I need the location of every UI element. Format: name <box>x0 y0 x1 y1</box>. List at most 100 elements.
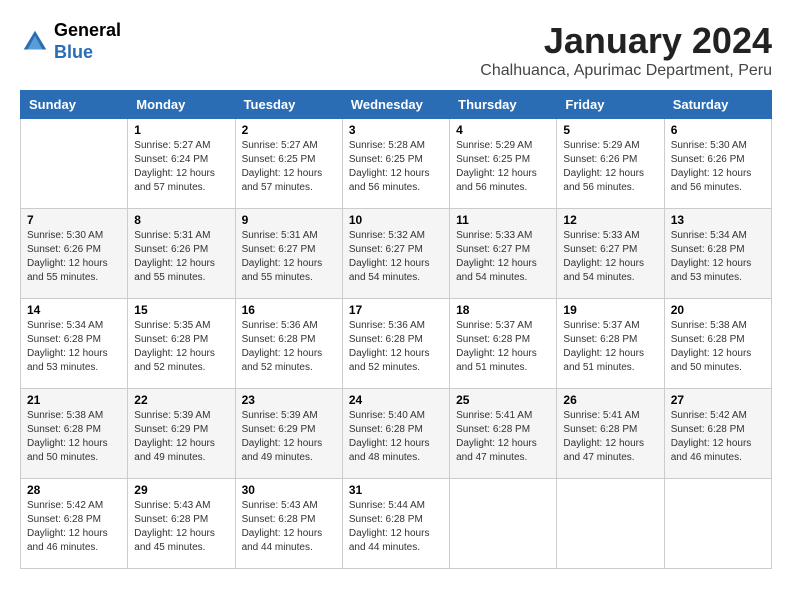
day-info: Sunrise: 5:36 AMSunset: 6:28 PMDaylight:… <box>349 319 443 375</box>
logo-text-blue: Blue <box>54 42 121 64</box>
day-info: Sunrise: 5:27 AMSunset: 6:25 PMDaylight:… <box>242 139 336 195</box>
calendar-cell: 13 Sunrise: 5:34 AMSunset: 6:28 PMDayligh… <box>664 209 771 299</box>
calendar-cell: 26 Sunrise: 5:41 AMSunset: 6:28 PMDayligh… <box>557 389 664 479</box>
day-number: 20 <box>671 303 765 317</box>
logo-text-general: General <box>54 20 121 42</box>
calendar-cell: 5Sunrise: 5:29 AMSunset: 6:26 PMDaylight… <box>557 119 664 209</box>
calendar-cell <box>664 479 771 569</box>
calendar-cell: 27 Sunrise: 5:42 AMSunset: 6:28 PMDayligh… <box>664 389 771 479</box>
calendar-cell: 21 Sunrise: 5:38 AMSunset: 6:28 PMDayligh… <box>21 389 128 479</box>
calendar-cell: 2Sunrise: 5:27 AMSunset: 6:25 PMDaylight… <box>235 119 342 209</box>
day-number: 16 <box>242 303 336 317</box>
day-number: 31 <box>349 483 443 497</box>
month-title: January 2024 <box>480 20 772 62</box>
calendar-cell: 11 Sunrise: 5:33 AMSunset: 6:27 PMDayligh… <box>450 209 557 299</box>
day-info: Sunrise: 5:38 AMSunset: 6:28 PMDaylight:… <box>671 319 765 375</box>
calendar-cell: 12Sunrise: 5:33 AMSunset: 6:27 PMDayligh… <box>557 209 664 299</box>
calendar-table: SundayMondayTuesdayWednesdayThursdayFrid… <box>20 90 772 569</box>
day-number: 10 <box>349 213 443 227</box>
day-number: 23 <box>242 393 336 407</box>
weekday-header-friday: Friday <box>557 91 664 119</box>
calendar-cell: 16 Sunrise: 5:36 AMSunset: 6:28 PMDayligh… <box>235 299 342 389</box>
day-number: 19 <box>563 303 657 317</box>
day-info: Sunrise: 5:31 AMSunset: 6:27 PMDaylight:… <box>242 229 336 285</box>
calendar-header-row: SundayMondayTuesdayWednesdayThursdayFrid… <box>21 91 772 119</box>
day-info: Sunrise: 5:31 AMSunset: 6:26 PMDaylight:… <box>134 229 228 285</box>
calendar-cell <box>557 479 664 569</box>
logo: General Blue <box>20 20 121 63</box>
day-number: 9 <box>242 213 336 227</box>
day-info: Sunrise: 5:30 AMSunset: 6:26 PMDaylight:… <box>671 139 765 195</box>
day-number: 8 <box>134 213 228 227</box>
day-info: Sunrise: 5:29 AMSunset: 6:25 PMDaylight:… <box>456 139 550 195</box>
day-number: 25 <box>456 393 550 407</box>
calendar-week-row: 7 Sunrise: 5:30 AMSunset: 6:26 PMDaylight… <box>21 209 772 299</box>
calendar-cell: 22 Sunrise: 5:39 AMSunset: 6:29 PMDayligh… <box>128 389 235 479</box>
day-info: Sunrise: 5:34 AMSunset: 6:28 PMDaylight:… <box>27 319 121 375</box>
weekday-header-monday: Monday <box>128 91 235 119</box>
day-number: 15 <box>134 303 228 317</box>
day-number: 22 <box>134 393 228 407</box>
calendar-cell: 1 Sunrise: 5:27 AMSunset: 6:24 PMDaylight… <box>128 119 235 209</box>
day-info: Sunrise: 5:38 AMSunset: 6:28 PMDaylight:… <box>27 409 121 465</box>
title-area: January 2024 Chalhuanca, Apurimac Depart… <box>480 20 772 80</box>
day-number: 11 <box>456 213 550 227</box>
weekday-header-saturday: Saturday <box>664 91 771 119</box>
day-info: Sunrise: 5:27 AMSunset: 6:24 PMDaylight:… <box>134 139 228 195</box>
day-info: Sunrise: 5:39 AMSunset: 6:29 PMDaylight:… <box>134 409 228 465</box>
weekday-header-tuesday: Tuesday <box>235 91 342 119</box>
calendar-cell: 29Sunrise: 5:43 AMSunset: 6:28 PMDayligh… <box>128 479 235 569</box>
calendar-cell: 3 Sunrise: 5:28 AMSunset: 6:25 PMDaylight… <box>342 119 449 209</box>
day-info: Sunrise: 5:42 AMSunset: 6:28 PMDaylight:… <box>671 409 765 465</box>
day-number: 12 <box>563 213 657 227</box>
day-info: Sunrise: 5:37 AMSunset: 6:28 PMDaylight:… <box>456 319 550 375</box>
day-number: 13 <box>671 213 765 227</box>
weekday-header-thursday: Thursday <box>450 91 557 119</box>
day-number: 14 <box>27 303 121 317</box>
day-number: 30 <box>242 483 336 497</box>
day-info: Sunrise: 5:34 AMSunset: 6:28 PMDaylight:… <box>671 229 765 285</box>
calendar-cell: 7 Sunrise: 5:30 AMSunset: 6:26 PMDaylight… <box>21 209 128 299</box>
day-number: 21 <box>27 393 121 407</box>
calendar-cell: 30Sunrise: 5:43 AMSunset: 6:28 PMDayligh… <box>235 479 342 569</box>
logo-icon <box>20 27 50 57</box>
day-info: Sunrise: 5:33 AMSunset: 6:27 PMDaylight:… <box>456 229 550 285</box>
header: General Blue January 2024 Chalhuanca, Ap… <box>20 20 772 80</box>
day-info: Sunrise: 5:28 AMSunset: 6:25 PMDaylight:… <box>349 139 443 195</box>
day-info: Sunrise: 5:37 AMSunset: 6:28 PMDaylight:… <box>563 319 657 375</box>
calendar-cell: 17Sunrise: 5:36 AMSunset: 6:28 PMDayligh… <box>342 299 449 389</box>
day-number: 5 <box>563 123 657 137</box>
day-number: 6 <box>671 123 765 137</box>
day-number: 3 <box>349 123 443 137</box>
weekday-header-wednesday: Wednesday <box>342 91 449 119</box>
calendar-week-row: 21 Sunrise: 5:38 AMSunset: 6:28 PMDayligh… <box>21 389 772 479</box>
calendar-week-row: 28Sunrise: 5:42 AMSunset: 6:28 PMDayligh… <box>21 479 772 569</box>
calendar-cell: 28Sunrise: 5:42 AMSunset: 6:28 PMDayligh… <box>21 479 128 569</box>
day-number: 7 <box>27 213 121 227</box>
day-info: Sunrise: 5:39 AMSunset: 6:29 PMDaylight:… <box>242 409 336 465</box>
calendar-cell: 20 Sunrise: 5:38 AMSunset: 6:28 PMDayligh… <box>664 299 771 389</box>
day-info: Sunrise: 5:41 AMSunset: 6:28 PMDaylight:… <box>563 409 657 465</box>
calendar-cell: 25Sunrise: 5:41 AMSunset: 6:28 PMDayligh… <box>450 389 557 479</box>
day-info: Sunrise: 5:40 AMSunset: 6:28 PMDaylight:… <box>349 409 443 465</box>
calendar-week-row: 1 Sunrise: 5:27 AMSunset: 6:24 PMDaylight… <box>21 119 772 209</box>
calendar-cell: 15Sunrise: 5:35 AMSunset: 6:28 PMDayligh… <box>128 299 235 389</box>
day-info: Sunrise: 5:30 AMSunset: 6:26 PMDaylight:… <box>27 229 121 285</box>
day-number: 1 <box>134 123 228 137</box>
calendar-cell: 4 Sunrise: 5:29 AMSunset: 6:25 PMDaylight… <box>450 119 557 209</box>
day-number: 26 <box>563 393 657 407</box>
calendar-cell <box>21 119 128 209</box>
day-number: 4 <box>456 123 550 137</box>
calendar-cell: 18Sunrise: 5:37 AMSunset: 6:28 PMDayligh… <box>450 299 557 389</box>
day-number: 27 <box>671 393 765 407</box>
calendar-cell: 14 Sunrise: 5:34 AMSunset: 6:28 PMDayligh… <box>21 299 128 389</box>
calendar-cell: 19 Sunrise: 5:37 AMSunset: 6:28 PMDayligh… <box>557 299 664 389</box>
calendar-cell <box>450 479 557 569</box>
calendar-cell: 10Sunrise: 5:32 AMSunset: 6:27 PMDayligh… <box>342 209 449 299</box>
calendar-cell: 24Sunrise: 5:40 AMSunset: 6:28 PMDayligh… <box>342 389 449 479</box>
weekday-header-sunday: Sunday <box>21 91 128 119</box>
day-info: Sunrise: 5:36 AMSunset: 6:28 PMDaylight:… <box>242 319 336 375</box>
calendar-cell: 31Sunrise: 5:44 AMSunset: 6:28 PMDayligh… <box>342 479 449 569</box>
calendar-cell: 6 Sunrise: 5:30 AMSunset: 6:26 PMDaylight… <box>664 119 771 209</box>
day-info: Sunrise: 5:43 AMSunset: 6:28 PMDaylight:… <box>134 499 228 555</box>
